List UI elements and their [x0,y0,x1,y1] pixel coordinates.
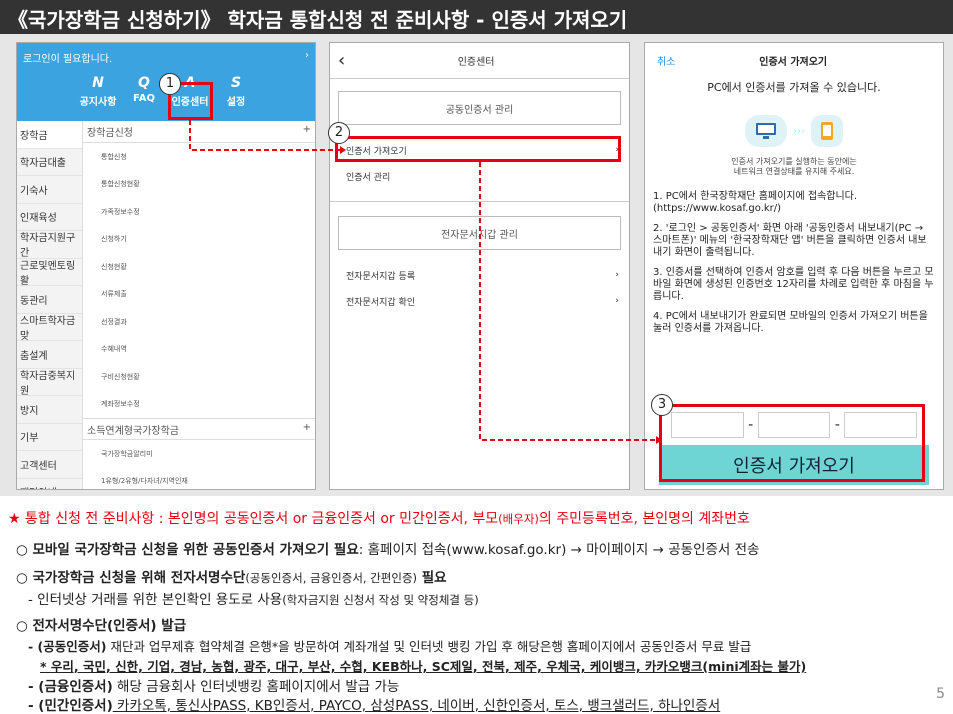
step-badge-3: 3 [651,394,673,416]
bullet-1-bold: ○ 모바일 국가장학금 신청을 위한 공동인증서 가져오기 필요 [16,542,359,558]
prereq-text-b: 의 주민등록번호, 본인명의 계좌번호 [538,511,750,527]
bullet-1: ○ 모바일 국가장학금 신청을 위한 공동인증서 가져오기 필요: 홈페이지 접… [16,538,759,558]
bullet-3-line-4: - (민간인증서) 카카오톡, 통신사PASS, KB인증서, PAYCO, 삼… [28,694,720,714]
bullet-2-bold-end: 필요 [417,570,447,586]
line-label: - (금융인증서) [28,679,113,695]
bullet-3-line-3: - (금융인증서) 해당 금융회사 인터넷뱅킹 홈페이지에서 발급 가능 [28,675,399,695]
line-text: 해당 금융회사 인터넷뱅킹 홈페이지에서 발급 가능 [112,679,400,695]
step-badge-2: 2 [328,122,350,144]
connector-lines [189,120,662,444]
line-text: 카카오톡, 통신사PASS, KB인증서, PAYCO, 삼성PASS, 네이버… [112,698,721,714]
bank-list: * 우리, 국민, 신한, 기업, 경남, 농협, 광주, 대구, 부산, 수협… [40,659,807,674]
notes-section: ★ 통합 신청 전 준비사항 : 본인명의 공동인증서 or 금융인증서 or … [0,496,953,714]
bullet-2-sub-paren: (학자금지원 신청서 작성 및 약정체결 등) [282,593,479,607]
bullet-2-sub: - 인터넷상 거래를 위한 본인확인 용도로 사용(학자금지원 신청서 작성 및… [28,588,479,608]
bullet-2-sub-text: - 인터넷상 거래를 위한 본인확인 용도로 사용 [28,592,283,608]
bullet-2: ○ 국가장학금 신청을 위해 전자서명수단(공동인증서, 금융인증서, 간편인증… [16,566,447,586]
bullet-2-paren: (공동인증서, 금융인증서, 간편인증) [245,571,418,585]
bullet-2-bold: ○ 국가장학금 신청을 위해 전자서명수단 [16,570,246,586]
step-badge-1: 1 [159,73,181,95]
prereq-text-a: ★ 통합 신청 전 준비사항 : 본인명의 공동인증서 or 금융인증서 or … [8,511,499,527]
bullet-3-line-1: - (공동인증서) 재단과 업무제휴 협약체결 은행*을 방문하여 계좌개설 및… [28,636,751,655]
line-label: - (민간인증서) [28,698,113,714]
bullet-3-bold: ○ 전자서명수단(인증서) 발급 [16,618,187,634]
bullet-3: ○ 전자서명수단(인증서) 발급 [16,614,186,634]
prereq-line: ★ 통합 신청 전 준비사항 : 본인명의 공동인증서 or 금융인증서 or … [8,508,750,528]
line-text: 재단과 업무제휴 협약체결 은행*을 방문하여 계좌개설 및 인터넷 뱅킹 가입… [106,639,752,654]
bullet-1-rest: : 홈페이지 접속(www.kosaf.go.kr) → 마이페이지 → 공동인… [358,542,760,558]
line-label: - (공동인증서) [28,639,107,654]
prereq-paren: (배우자) [498,512,539,526]
page-number: 5 [936,686,945,702]
